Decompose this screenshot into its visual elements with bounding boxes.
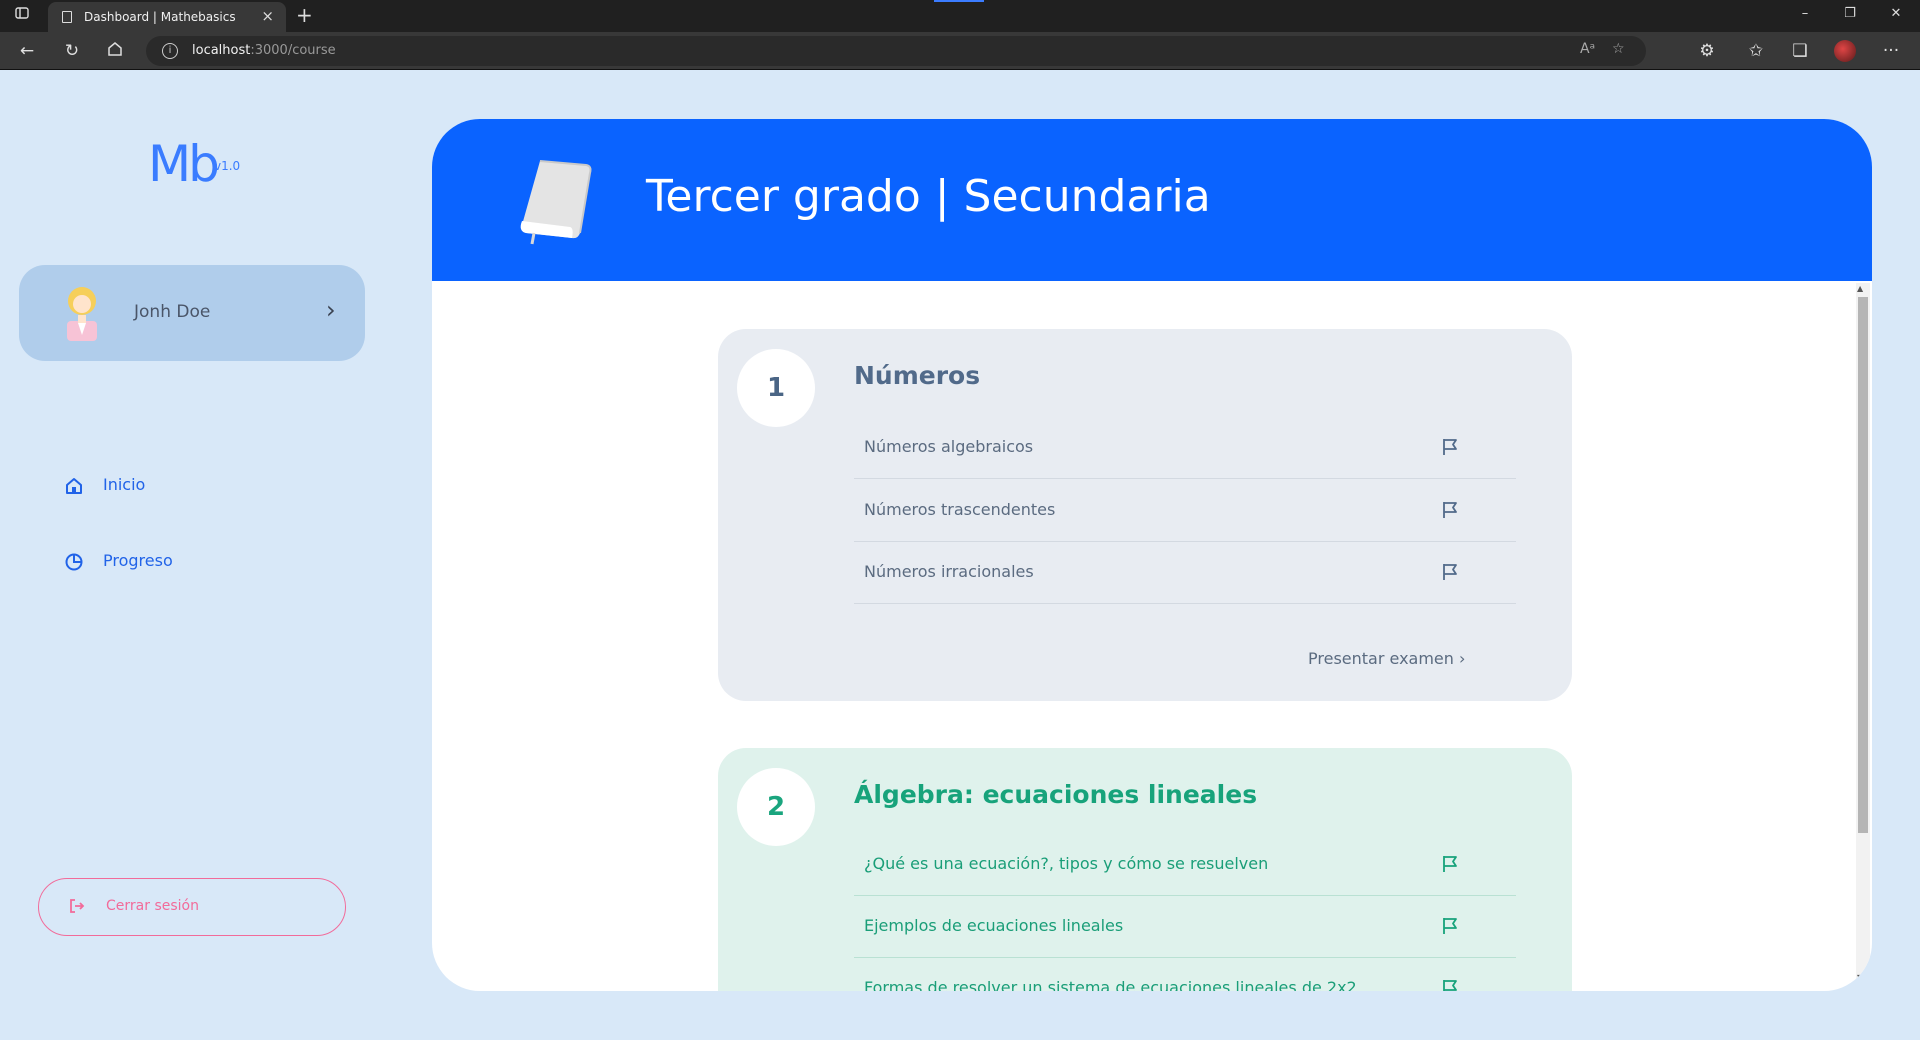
home-icon — [66, 478, 82, 494]
lesson-title: Formas de resolver un sistema de ecuacio… — [864, 978, 1357, 991]
more-menu-icon[interactable]: ··· — [1880, 40, 1902, 62]
exam-label: Presentar examen — [1308, 649, 1454, 668]
site-info-icon[interactable]: i — [162, 43, 178, 59]
scrollbar-thumb[interactable] — [1858, 297, 1868, 833]
close-window-icon[interactable]: ✕ — [1886, 6, 1906, 21]
extensions-icon[interactable]: ⚙ — [1696, 40, 1718, 62]
url-host: localhost — [192, 43, 251, 58]
scroll-up-arrow[interactable]: ▲ — [1857, 284, 1863, 293]
lesson-title: Números trascendentes — [864, 500, 1056, 519]
book-icon — [520, 160, 592, 245]
lesson-item[interactable]: Ejemplos de ecuaciones lineales — [854, 896, 1516, 958]
logo-text: Mb — [148, 135, 220, 193]
take-exam-link[interactable]: Presentar examen › — [1308, 649, 1465, 668]
page-icon — [62, 11, 72, 23]
user-name: Jonh Doe — [134, 302, 211, 322]
address-bar[interactable]: i localhost:3000/course ☆ Aᵃ — [146, 36, 1646, 66]
chevron-right-icon: › — [326, 296, 336, 324]
url-path: :3000/course — [250, 43, 336, 58]
logout-icon — [70, 899, 85, 913]
logout-label: Cerrar sesión — [106, 898, 199, 914]
lesson-title: Números irracionales — [864, 562, 1034, 581]
lesson-title: ¿Qué es una ecuación?, tipos y cómo se r… — [864, 854, 1269, 873]
unit-card-1: 1 Números Números algebraicos Números tr… — [718, 329, 1572, 701]
nav-label: Progreso — [103, 551, 173, 570]
browser-tab[interactable]: Dashboard | Mathebasics × — [48, 2, 286, 32]
scroll-down-arrow[interactable]: ▼ — [1857, 973, 1863, 982]
pie-chart-icon — [65, 553, 83, 571]
nav-item-inicio[interactable]: Inicio — [64, 473, 264, 503]
browser-toolbar: ← ↻ i localhost:3000/course ☆ Aᵃ ⚙ ✩ ❏ ·… — [0, 32, 1920, 70]
flag-icon[interactable] — [1440, 916, 1460, 936]
avatar — [67, 287, 97, 341]
lesson-item[interactable]: Números trascendentes — [854, 480, 1516, 542]
chevron-right-icon: › — [1459, 649, 1466, 668]
refresh-icon[interactable]: ↻ — [61, 40, 83, 62]
tab-actions-icon[interactable] — [12, 6, 32, 26]
nav-item-progreso[interactable]: Progreso — [64, 549, 264, 579]
collections-icon[interactable]: ❏ — [1789, 40, 1811, 62]
lesson-item[interactable]: ¿Qué es una ecuación?, tipos y cómo se r… — [854, 834, 1516, 896]
course-header: Tercer grado | Secundaria — [432, 119, 1872, 281]
lesson-title: Números algebraicos — [864, 437, 1034, 456]
tab-title: Dashboard | Mathebasics — [84, 10, 236, 24]
back-icon[interactable]: ← — [16, 40, 38, 62]
flag-icon[interactable] — [1440, 562, 1460, 582]
flag-icon[interactable] — [1440, 500, 1460, 520]
minimize-icon[interactable]: – — [1795, 6, 1815, 21]
read-aloud-icon[interactable]: Aᵃ — [1580, 41, 1595, 57]
lesson-item[interactable]: Números irracionales — [854, 542, 1516, 604]
home-browser-icon[interactable] — [104, 40, 126, 62]
version-label: v1.0 — [214, 159, 241, 173]
unit-number: 1 — [737, 349, 815, 427]
flag-icon[interactable] — [1440, 978, 1460, 991]
new-tab-icon[interactable]: + — [296, 3, 313, 27]
unit-card-2: 2 Álgebra: ecuaciones lineales ¿Qué es u… — [718, 748, 1572, 991]
nav-label: Inicio — [103, 475, 146, 494]
logout-button[interactable]: Cerrar sesión — [38, 878, 346, 936]
lesson-item[interactable]: Formas de resolver un sistema de ecuacio… — [854, 958, 1516, 991]
app-logo[interactable]: Mb v1.0 — [148, 137, 268, 197]
browser-tab-bar: Dashboard | Mathebasics × + – ❐ ✕ — [0, 0, 1920, 32]
lesson-item[interactable]: Números algebraicos — [854, 417, 1516, 479]
close-tab-icon[interactable]: × — [261, 7, 274, 25]
course-panel: Tercer grado | Secundaria ▲ ▼ 1 Números … — [432, 119, 1872, 991]
unit-title: Álgebra: ecuaciones lineales — [854, 780, 1258, 809]
lesson-title: Ejemplos de ecuaciones lineales — [864, 916, 1124, 935]
favorite-add-icon[interactable]: ☆ — [1612, 41, 1625, 57]
profile-card[interactable]: Jonh Doe › — [19, 265, 365, 361]
url-text: localhost:3000/course — [192, 43, 336, 58]
unit-number: 2 — [737, 768, 815, 846]
drag-handle — [934, 0, 984, 2]
page-title: Tercer grado | Secundaria — [646, 171, 1211, 222]
favorites-icon[interactable]: ✩ — [1745, 40, 1767, 62]
flag-icon[interactable] — [1440, 437, 1460, 457]
restore-icon[interactable]: ❐ — [1840, 6, 1860, 21]
unit-title: Números — [854, 361, 981, 390]
browser-profile-avatar[interactable] — [1834, 40, 1856, 62]
flag-icon[interactable] — [1440, 854, 1460, 874]
